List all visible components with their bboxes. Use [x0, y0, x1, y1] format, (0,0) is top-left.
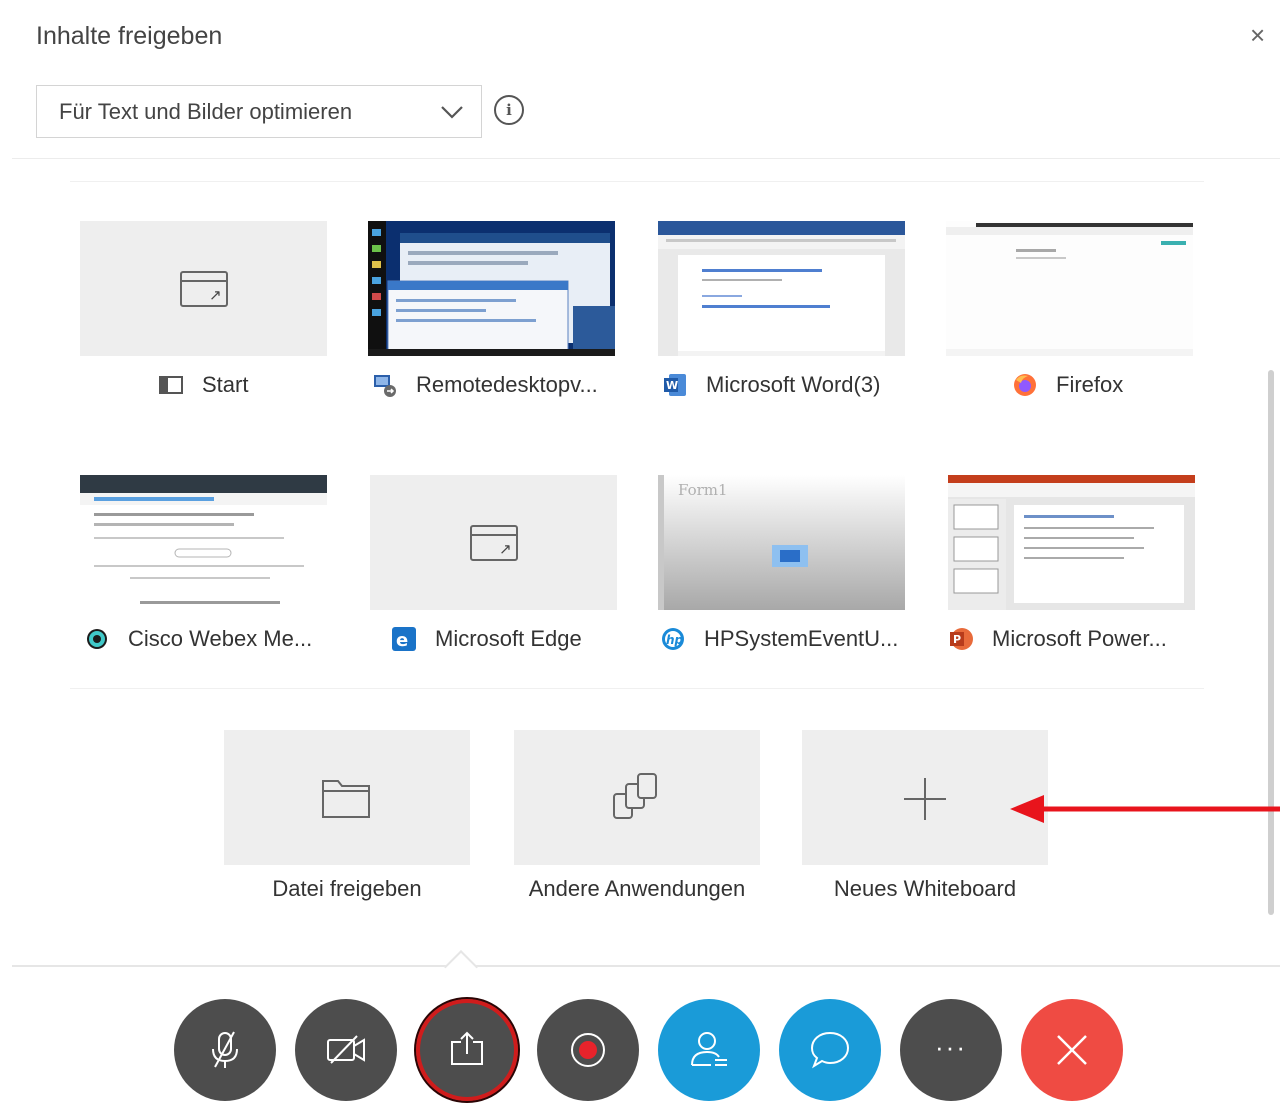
other-applications-tile[interactable]: [514, 730, 760, 865]
share-button[interactable]: [416, 999, 518, 1101]
more-button[interactable]: ···: [900, 999, 1002, 1101]
share-icon: [451, 1031, 483, 1065]
window-label-word[interactable]: W Microsoft Word(3): [662, 368, 880, 402]
start-window-icon: [159, 376, 183, 394]
word-icon: W: [664, 374, 686, 396]
folder-icon: [322, 780, 370, 818]
camera-off-icon: [327, 1035, 365, 1064]
window-tile-webex[interactable]: [80, 475, 327, 610]
svg-text:P: P: [953, 633, 961, 646]
app-stack-icon: [613, 773, 657, 819]
more-icon: ···: [935, 1031, 967, 1062]
window-tile-start[interactable]: [80, 221, 327, 356]
close-icon: [1057, 1035, 1087, 1065]
window-tile-powerpoint[interactable]: [948, 475, 1195, 610]
mute-button[interactable]: [174, 999, 276, 1101]
edge-icon: e: [392, 627, 416, 651]
share-file-tile[interactable]: [224, 730, 470, 865]
new-whiteboard-label[interactable]: Neues Whiteboard: [802, 876, 1048, 902]
window-label-firefox[interactable]: Firefox: [1012, 368, 1123, 402]
window-label-edge[interactable]: e Microsoft Edge: [391, 622, 582, 656]
annotation-arrow-icon: [1010, 795, 1280, 823]
toolbar-divider: [12, 965, 1280, 967]
svg-text:hp: hp: [666, 633, 684, 647]
dialog-title: Inhalte freigeben: [36, 22, 223, 50]
share-file-label[interactable]: Datei freigeben: [224, 876, 470, 902]
divider: [12, 158, 1280, 159]
record-button[interactable]: [537, 999, 639, 1101]
hp-icon: hp: [662, 628, 684, 650]
participants-icon: [691, 1032, 727, 1066]
firefox-icon: [1014, 374, 1036, 396]
window-label-remotedesktop[interactable]: Remotedesktopv...: [372, 368, 598, 402]
divider: [70, 688, 1204, 689]
firefox-thumbnail: [946, 221, 1193, 356]
window-tile-word[interactable]: [658, 221, 905, 356]
window-label-powerpoint[interactable]: P Microsoft Power...: [948, 622, 1167, 656]
chat-icon: [810, 1031, 850, 1069]
window-tile-hpsystem[interactable]: Form1: [658, 475, 905, 610]
optimize-dropdown[interactable]: Für Text und Bilder optimieren: [36, 85, 482, 138]
window-tile-edge[interactable]: [370, 475, 617, 610]
webex-icon: [87, 629, 107, 649]
webex-thumbnail: [80, 475, 327, 610]
form-thumb-title: Form1: [678, 481, 728, 499]
window-tile-firefox[interactable]: [946, 221, 1193, 356]
record-icon: [571, 1033, 605, 1067]
remote-desktop-icon: [374, 375, 396, 397]
video-button[interactable]: [295, 999, 397, 1101]
desktop-thumbnail: [368, 221, 615, 356]
chevron-down-icon: [441, 106, 463, 119]
powerpoint-icon: P: [950, 628, 973, 650]
info-icon[interactable]: i: [494, 95, 524, 125]
powerpoint-thumbnail: [948, 475, 1195, 610]
window-placeholder-icon: [179, 270, 228, 307]
svg-text:e: e: [396, 630, 408, 651]
word-thumbnail: [658, 221, 905, 356]
divider: [70, 181, 1204, 182]
window-tile-remotedesktop[interactable]: [368, 221, 615, 356]
optimize-selected-value: Für Text und Bilder optimieren: [59, 98, 353, 124]
scrollbar[interactable]: [1268, 370, 1274, 915]
other-applications-label[interactable]: Andere Anwendungen: [514, 876, 760, 902]
window-placeholder-icon: [469, 524, 518, 561]
chat-button[interactable]: [779, 999, 881, 1101]
close-icon[interactable]: ×: [1250, 22, 1265, 48]
plus-icon: [904, 778, 946, 820]
end-meeting-button[interactable]: [1021, 999, 1123, 1101]
participants-button[interactable]: [658, 999, 760, 1101]
microphone-muted-icon: [212, 1031, 238, 1068]
window-label-hpsystem[interactable]: hp HPSystemEventU...: [660, 622, 898, 656]
window-label-start[interactable]: Start: [158, 368, 248, 402]
share-pointer-notch: [444, 950, 478, 984]
window-label-webex[interactable]: Cisco Webex Me...: [84, 622, 312, 656]
svg-text:W: W: [666, 379, 678, 392]
